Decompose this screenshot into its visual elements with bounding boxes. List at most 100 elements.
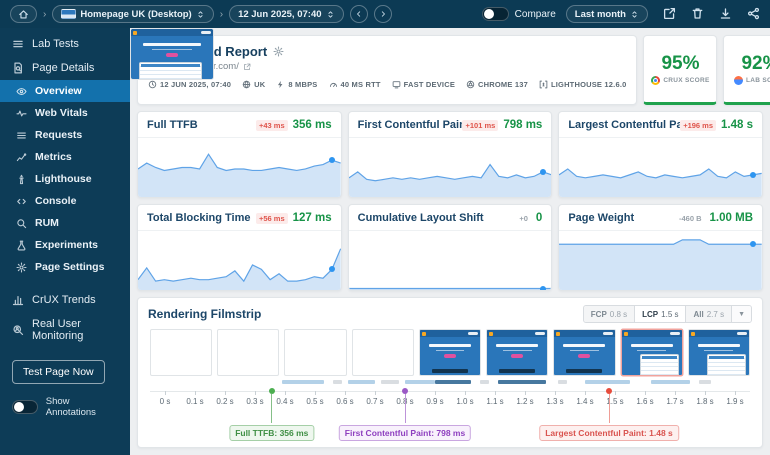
timeline-tick-label: 1.4 s: [576, 397, 593, 406]
metric-delta-badge: +101 ms: [462, 120, 498, 131]
show-annotations-row: Show Annotations: [12, 396, 118, 418]
sidebar-item-metrics[interactable]: Metrics: [0, 146, 130, 168]
open-in-new-window-button[interactable]: [662, 7, 676, 21]
filmstrip-frame-8[interactable]: [621, 329, 683, 376]
rendering-filmstrip-card: Rendering Filmstrip FCP0.8 sLCP1.5 sAll2…: [137, 297, 763, 448]
filmstrip-frame-5[interactable]: [419, 329, 481, 376]
previous-test-button[interactable]: [350, 5, 368, 23]
filmstrip-tab-fcp[interactable]: FCP0.8 s: [584, 306, 635, 322]
download-button[interactable]: [718, 7, 732, 21]
filmstrip-frame-6[interactable]: [486, 329, 548, 376]
sparkline-svg: [349, 231, 552, 290]
screenshot-banner: [432, 369, 468, 373]
marker-label[interactable]: Largest Contentful Paint: 1.48 s: [539, 425, 679, 441]
chevron-up-down-icon: [196, 10, 205, 19]
filmstrip-tabs-dropdown-button[interactable]: ▼: [732, 306, 751, 322]
filmstrip-frame-2[interactable]: [217, 329, 279, 376]
timeline-tick: [285, 391, 286, 395]
metric-card-total-blocking-time[interactable]: Total Blocking Time+56 ms127 ms: [137, 204, 342, 291]
page-details-icon: [12, 62, 24, 74]
metric-card-first-contentful-paint[interactable]: First Contentful Paint+101 ms798 ms: [348, 111, 553, 198]
latest-data-point-dot[interactable]: [329, 157, 335, 163]
latest-data-point-dot[interactable]: [540, 286, 546, 291]
meta-text: LIGHTHOUSE 12.6.0: [551, 80, 627, 89]
filmstrip-frame-1[interactable]: [150, 329, 212, 376]
marker-label[interactable]: Full TTFB: 356 ms: [229, 425, 314, 441]
report-url-link[interactable]: www.debugbear.com/: [148, 61, 626, 72]
show-annotations-toggle[interactable]: [12, 400, 38, 414]
metric-card-largest-contentful-paint[interactable]: Largest Contentful Paint+196 ms1.48 s: [558, 111, 763, 198]
screenshot-subline: [152, 49, 191, 51]
sidebar-item-rum[interactable]: RUM: [0, 212, 130, 234]
period-selector[interactable]: Last month: [566, 5, 648, 23]
topbar-actions: Compare Last month: [482, 5, 760, 23]
timeline-tick: [255, 391, 256, 395]
sidebar-item-page-details[interactable]: Page Details: [0, 56, 130, 80]
timeline-tick: [735, 391, 736, 395]
latest-data-point-dot[interactable]: [750, 172, 756, 178]
delete-test-button[interactable]: [690, 7, 704, 21]
share-button[interactable]: [746, 7, 760, 21]
screenshot-navbar: [689, 330, 749, 337]
lhbr-icon: [539, 80, 548, 89]
lab-score-card[interactable]: 92%LAB SCORE: [723, 35, 770, 105]
screenshot-headline: [429, 344, 471, 347]
report-settings-gear-icon[interactable]: [273, 46, 284, 57]
metric-value: 798 ms: [503, 119, 542, 131]
timeline-tick: [375, 391, 376, 395]
metric-card-full-ttfb[interactable]: Full TTFB+43 ms356 ms: [137, 111, 342, 198]
marker-stem: [405, 394, 406, 423]
filmstrip-tab-all[interactable]: All2.7 s: [686, 306, 732, 322]
report-meta-uk: UK: [242, 80, 265, 89]
meta-text: CHROME 137: [478, 80, 528, 89]
breadcrumb-separator-icon: ›: [220, 9, 223, 20]
sidebar-item-overview[interactable]: Overview: [0, 80, 130, 102]
sidebar-item-experiments[interactable]: Experiments: [0, 234, 130, 256]
filmstrip-frame-3[interactable]: [284, 329, 346, 376]
sidebar-item-console[interactable]: Console: [0, 190, 130, 212]
next-test-button[interactable]: [374, 5, 392, 23]
latest-data-point-dot[interactable]: [540, 169, 546, 175]
marker-label[interactable]: First Contentful Paint: 798 ms: [339, 425, 471, 441]
filmstrip-frame-7[interactable]: [553, 329, 615, 376]
timeline-tick-label: 0.4 s: [276, 397, 293, 406]
timeline-tick-label: 0.3 s: [246, 397, 263, 406]
page-selector[interactable]: Homepage UK (Desktop): [52, 5, 213, 23]
tab-value: 2.7 s: [707, 310, 724, 319]
metric-title: Cumulative Layout Shift: [358, 212, 517, 224]
timeline-tick-label: 1.1 s: [486, 397, 503, 406]
sidebar-item-lighthouse[interactable]: Lighthouse: [0, 168, 130, 190]
sidebar-item-page-settings[interactable]: Page Settings: [0, 256, 130, 278]
crux-score-card[interactable]: 95%CRUX SCORE: [643, 35, 717, 105]
home-button[interactable]: [10, 5, 37, 23]
sidebar-item-crux-trends[interactable]: CrUX Trends: [0, 288, 130, 312]
sidebar: Lab TestsPage DetailsOverviewWeb VitalsR…: [0, 28, 130, 455]
sidebar-item-web-vitals[interactable]: Web Vitals: [0, 102, 130, 124]
sidebar-nav: Lab TestsPage DetailsOverviewWeb VitalsR…: [0, 32, 130, 348]
toggle-knob: [484, 9, 494, 19]
metric-card-page-weight[interactable]: Page Weight-460 B1.00 MB: [558, 204, 763, 291]
timeline-tick: [615, 391, 616, 395]
sidebar-item-requests[interactable]: Requests: [0, 124, 130, 146]
sidebar-item-lab-tests[interactable]: Lab Tests: [0, 32, 130, 56]
sidebar-item-label: Lighthouse: [35, 173, 92, 185]
filmstrip-frame-9[interactable]: [688, 329, 750, 376]
frame-screenshot: [622, 330, 682, 375]
filmstrip-frame-4[interactable]: [352, 329, 414, 376]
page-screenshot-thumbnail[interactable]: [130, 28, 214, 80]
metric-card-cumulative-layout-shift[interactable]: Cumulative Layout Shift+00: [348, 204, 553, 291]
sidebar-item-label: Experiments: [35, 239, 98, 251]
test-page-now-button[interactable]: Test Page Now: [12, 360, 105, 384]
sidebar-item-real-user-monitoring[interactable]: Real User Monitoring: [0, 312, 130, 348]
latest-data-point-dot[interactable]: [329, 266, 335, 272]
test-date-selector[interactable]: 12 Jun 2025, 07:40: [229, 5, 343, 23]
report-meta-chrome-137: CHROME 137: [466, 80, 528, 89]
filmstrip-tab-lcp[interactable]: LCP1.5 s: [635, 306, 686, 322]
compare-toggle[interactable]: [482, 7, 509, 21]
latest-data-point-dot[interactable]: [750, 241, 756, 247]
timeline-tick: [675, 391, 676, 395]
screenshot-cta-button: [444, 354, 456, 358]
timeline-tick: [495, 391, 496, 395]
score-cards: 95%CRUX SCORE92%LAB SCORE: [643, 35, 770, 105]
meta-text: UK: [254, 80, 265, 89]
